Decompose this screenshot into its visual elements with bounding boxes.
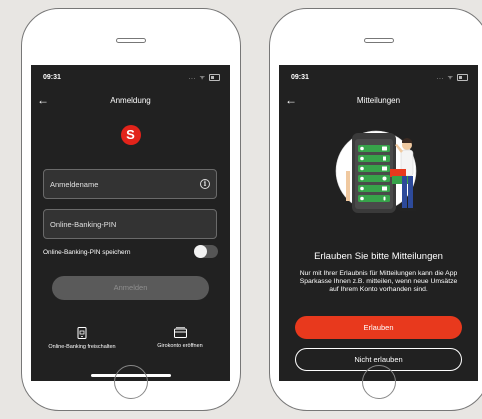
pin-field[interactable]: Online-Banking-PIN — [43, 209, 217, 239]
phone-frame-login: 09:31 ... ᯤ ← Anmeldung S Anmeldename i … — [21, 8, 241, 411]
notification-phone-illustration — [335, 130, 416, 213]
status-bar: 09:31 ... ᯤ — [31, 65, 230, 89]
status-time: 09:31 — [291, 74, 309, 81]
unlock-device-icon — [77, 327, 87, 339]
login-screen: 09:31 ... ᯤ ← Anmeldung S Anmeldename i … — [31, 65, 230, 381]
unlock-online-banking-label: Online-Banking freischalten — [48, 344, 116, 350]
phone-speaker — [364, 38, 394, 43]
status-icons: ... ᯤ — [188, 74, 220, 81]
page-title: Mitteilungen — [356, 96, 401, 105]
page-title: Anmeldung — [110, 96, 151, 105]
wifi-icon: ᯤ — [447, 74, 454, 81]
wifi-icon: ᯤ — [199, 74, 206, 81]
info-icon[interactable]: i — [200, 179, 210, 189]
save-pin-label: Online-Banking-PIN speichern — [43, 249, 131, 256]
battery-icon — [457, 74, 468, 81]
open-account-link[interactable]: Girokonto eröffnen — [135, 327, 225, 349]
nav-bar: ← Mitteilungen — [279, 89, 478, 113]
open-account-label: Girokonto eröffnen — [157, 343, 203, 349]
username-field[interactable]: Anmeldename i — [43, 169, 217, 199]
phone-home-button — [114, 365, 148, 399]
notifications-headline: Erlauben Sie bitte Mitteilungen — [314, 251, 443, 262]
nav-bar: ← Anmeldung — [31, 89, 230, 113]
phone-speaker — [116, 38, 146, 43]
status-bar: 09:31 ... ᯤ — [279, 65, 478, 89]
status-icons: ... ᯤ — [436, 74, 468, 81]
save-pin-toggle[interactable] — [194, 245, 218, 258]
login-button[interactable]: Anmelden — [52, 276, 209, 300]
allow-button[interactable]: Erlauben — [295, 316, 462, 339]
toggle-knob — [194, 245, 207, 258]
notifications-screen: 09:31 ... ᯤ ← Mitteilungen Erlauben Sie … — [279, 65, 478, 381]
phone-home-button — [362, 365, 396, 399]
signal-icon: ... — [436, 74, 445, 81]
pin-placeholder: Online-Banking-PIN — [50, 220, 117, 229]
status-time: 09:31 — [43, 74, 61, 81]
unlock-online-banking-link[interactable]: Online-Banking freischalten — [37, 327, 127, 350]
signal-icon: ... — [188, 74, 197, 81]
notifications-description: Nur mit Ihrer Erlaubnis für Mitteilungen… — [299, 270, 458, 294]
sparkasse-logo-icon: S — [120, 125, 141, 145]
card-icon — [173, 327, 187, 338]
phone-frame-notifications: 09:31 ... ᯤ ← Mitteilungen Erlauben Sie … — [269, 8, 482, 411]
username-placeholder: Anmeldename — [50, 180, 99, 189]
battery-icon — [209, 74, 220, 81]
